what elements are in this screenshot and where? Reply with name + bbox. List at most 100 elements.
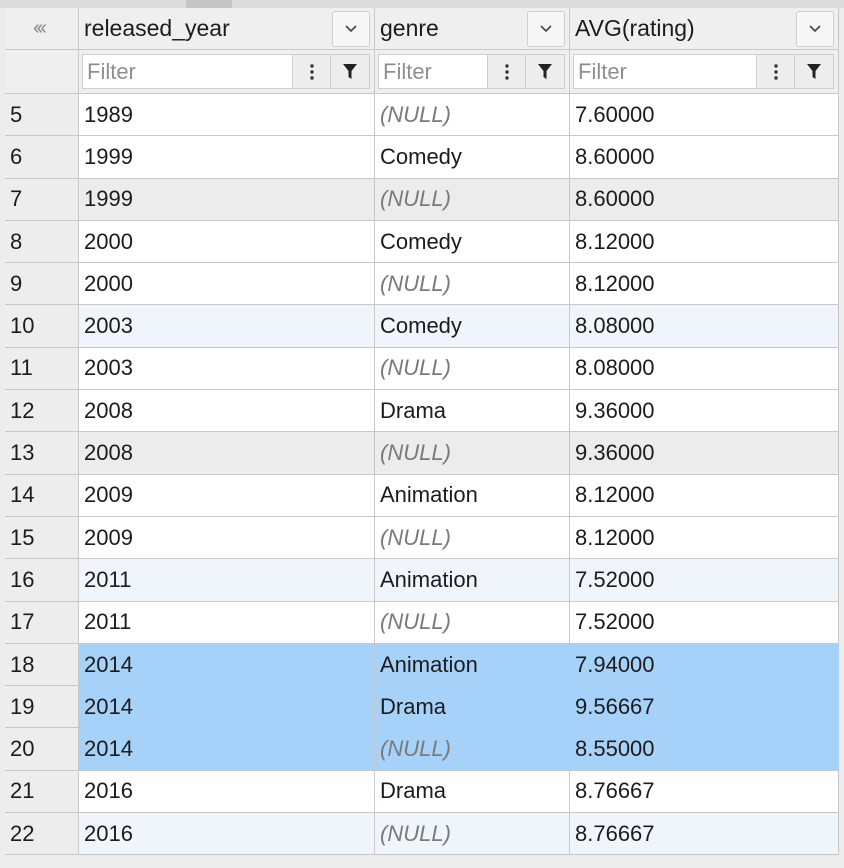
table-row[interactable]: 13 2008 (NULL) 9.36000 (5, 432, 839, 475)
cell-genre[interactable]: (NULL) (375, 813, 570, 856)
table-row[interactable]: 21 2016 Drama 8.76667 (5, 770, 839, 814)
cell-released-year[interactable]: 2000 (79, 220, 375, 264)
cell-avg-rating[interactable]: 7.52000 (570, 601, 839, 644)
cell-released-year[interactable]: 2014 (79, 643, 375, 687)
table-row[interactable]: 15 2009 (NULL) 8.12000 (5, 516, 839, 560)
filter-options-button[interactable] (756, 55, 795, 88)
cell-released-year[interactable]: 1989 (79, 94, 375, 137)
cell-released-year[interactable]: 2014 (79, 728, 375, 771)
column-header-genre[interactable]: genre (375, 8, 570, 50)
cell-genre[interactable]: Comedy (375, 220, 570, 264)
cell-released-year[interactable]: 2009 (79, 474, 375, 517)
column-header-avg-rating[interactable]: AVG(rating) (570, 8, 839, 50)
cell-released-year[interactable]: 2011 (79, 559, 375, 602)
table-row[interactable]: 18 2014 Animation 7.94000 (5, 643, 839, 687)
row-number[interactable]: 19 (5, 686, 79, 729)
cell-genre[interactable]: (NULL) (375, 94, 570, 137)
row-number[interactable]: 15 (5, 516, 79, 560)
cell-released-year[interactable]: 2003 (79, 347, 375, 391)
table-row[interactable]: 10 2003 Comedy 8.08000 (5, 305, 839, 348)
cell-avg-rating[interactable]: 7.52000 (570, 559, 839, 602)
table-row[interactable]: 6 1999 Comedy 8.60000 (5, 136, 839, 179)
table-row[interactable]: 7 1999 (NULL) 8.60000 (5, 178, 839, 221)
row-number[interactable]: 9 (5, 263, 79, 306)
apply-filter-button[interactable] (525, 55, 564, 88)
row-number[interactable]: 10 (5, 305, 79, 348)
cell-released-year[interactable]: 2008 (79, 432, 375, 475)
row-number[interactable]: 14 (5, 474, 79, 517)
cell-avg-rating[interactable]: 7.60000 (570, 94, 839, 137)
cell-released-year[interactable]: 2008 (79, 390, 375, 433)
cell-genre[interactable]: Animation (375, 474, 570, 517)
cell-genre[interactable]: Animation (375, 643, 570, 687)
cell-released-year[interactable]: 2016 (79, 770, 375, 814)
row-number[interactable]: 6 (5, 136, 79, 179)
cell-avg-rating[interactable]: 8.12000 (570, 474, 839, 517)
cell-released-year[interactable]: 1999 (79, 136, 375, 179)
table-row[interactable]: 5 1989 (NULL) 7.60000 (5, 94, 839, 137)
apply-filter-button[interactable] (794, 55, 833, 88)
table-row[interactable]: 8 2000 Comedy 8.12000 (5, 220, 839, 264)
cell-genre[interactable]: (NULL) (375, 263, 570, 306)
column-dropdown-button[interactable] (332, 11, 370, 47)
cell-genre[interactable]: (NULL) (375, 601, 570, 644)
cell-genre[interactable]: Drama (375, 770, 570, 814)
table-row[interactable]: 12 2008 Drama 9.36000 (5, 390, 839, 433)
cell-genre[interactable]: (NULL) (375, 728, 570, 771)
cell-genre[interactable]: (NULL) (375, 432, 570, 475)
table-row[interactable]: 20 2014 (NULL) 8.55000 (5, 728, 839, 771)
row-number[interactable]: 18 (5, 643, 79, 687)
table-row[interactable]: 16 2011 Animation 7.52000 (5, 559, 839, 602)
horizontal-scroll-thumb[interactable] (186, 0, 232, 8)
row-number[interactable]: 7 (5, 178, 79, 221)
table-row[interactable]: 11 2003 (NULL) 8.08000 (5, 347, 839, 391)
cell-avg-rating[interactable]: 8.76667 (570, 770, 839, 814)
cell-avg-rating[interactable]: 7.94000 (570, 643, 839, 687)
cell-avg-rating[interactable]: 8.60000 (570, 136, 839, 179)
cell-released-year[interactable]: 2016 (79, 813, 375, 856)
cell-avg-rating[interactable]: 8.55000 (570, 728, 839, 771)
cell-genre[interactable]: Drama (375, 390, 570, 433)
cell-avg-rating[interactable]: 8.76667 (570, 813, 839, 856)
cell-released-year[interactable]: 2003 (79, 305, 375, 348)
cell-avg-rating[interactable]: 8.12000 (570, 263, 839, 306)
cell-avg-rating[interactable]: 9.36000 (570, 432, 839, 475)
row-number[interactable]: 16 (5, 559, 79, 602)
cell-genre[interactable]: Comedy (375, 136, 570, 179)
cell-genre[interactable]: Animation (375, 559, 570, 602)
filter-options-button[interactable] (487, 55, 526, 88)
row-number[interactable]: 12 (5, 390, 79, 433)
table-row[interactable]: 17 2011 (NULL) 7.52000 (5, 601, 839, 644)
cell-avg-rating[interactable]: 8.08000 (570, 347, 839, 391)
cell-released-year[interactable]: 2014 (79, 686, 375, 729)
cell-genre[interactable]: (NULL) (375, 347, 570, 391)
cell-avg-rating[interactable]: 8.08000 (570, 305, 839, 348)
table-row[interactable]: 19 2014 Drama 9.56667 (5, 686, 839, 729)
cell-genre[interactable]: Comedy (375, 305, 570, 348)
cell-avg-rating[interactable]: 8.12000 (570, 516, 839, 560)
cell-released-year[interactable]: 2009 (79, 516, 375, 560)
row-number[interactable]: 13 (5, 432, 79, 475)
table-row[interactable]: 22 2016 (NULL) 8.76667 (5, 813, 839, 856)
row-number[interactable]: 17 (5, 601, 79, 644)
cell-avg-rating[interactable]: 8.12000 (570, 220, 839, 264)
cell-avg-rating[interactable]: 9.56667 (570, 686, 839, 729)
cell-genre[interactable]: Drama (375, 686, 570, 729)
cell-released-year[interactable]: 2000 (79, 263, 375, 306)
apply-filter-button[interactable] (330, 55, 369, 88)
row-number[interactable]: 22 (5, 813, 79, 856)
row-number[interactable]: 8 (5, 220, 79, 264)
table-row[interactable]: 9 2000 (NULL) 8.12000 (5, 263, 839, 306)
row-number[interactable]: 21 (5, 770, 79, 814)
table-row[interactable]: 14 2009 Animation 8.12000 (5, 474, 839, 517)
column-header-released-year[interactable]: released_year (79, 8, 375, 50)
row-number[interactable]: 5 (5, 94, 79, 137)
cell-released-year[interactable]: 1999 (79, 178, 375, 221)
row-number[interactable]: 20 (5, 728, 79, 771)
row-number[interactable]: 11 (5, 347, 79, 391)
cell-released-year[interactable]: 2011 (79, 601, 375, 644)
collapse-left-button[interactable]: ‹‹‹ (5, 8, 79, 50)
column-dropdown-button[interactable] (796, 11, 834, 47)
cell-genre[interactable]: (NULL) (375, 516, 570, 560)
filter-options-button[interactable] (292, 55, 331, 88)
